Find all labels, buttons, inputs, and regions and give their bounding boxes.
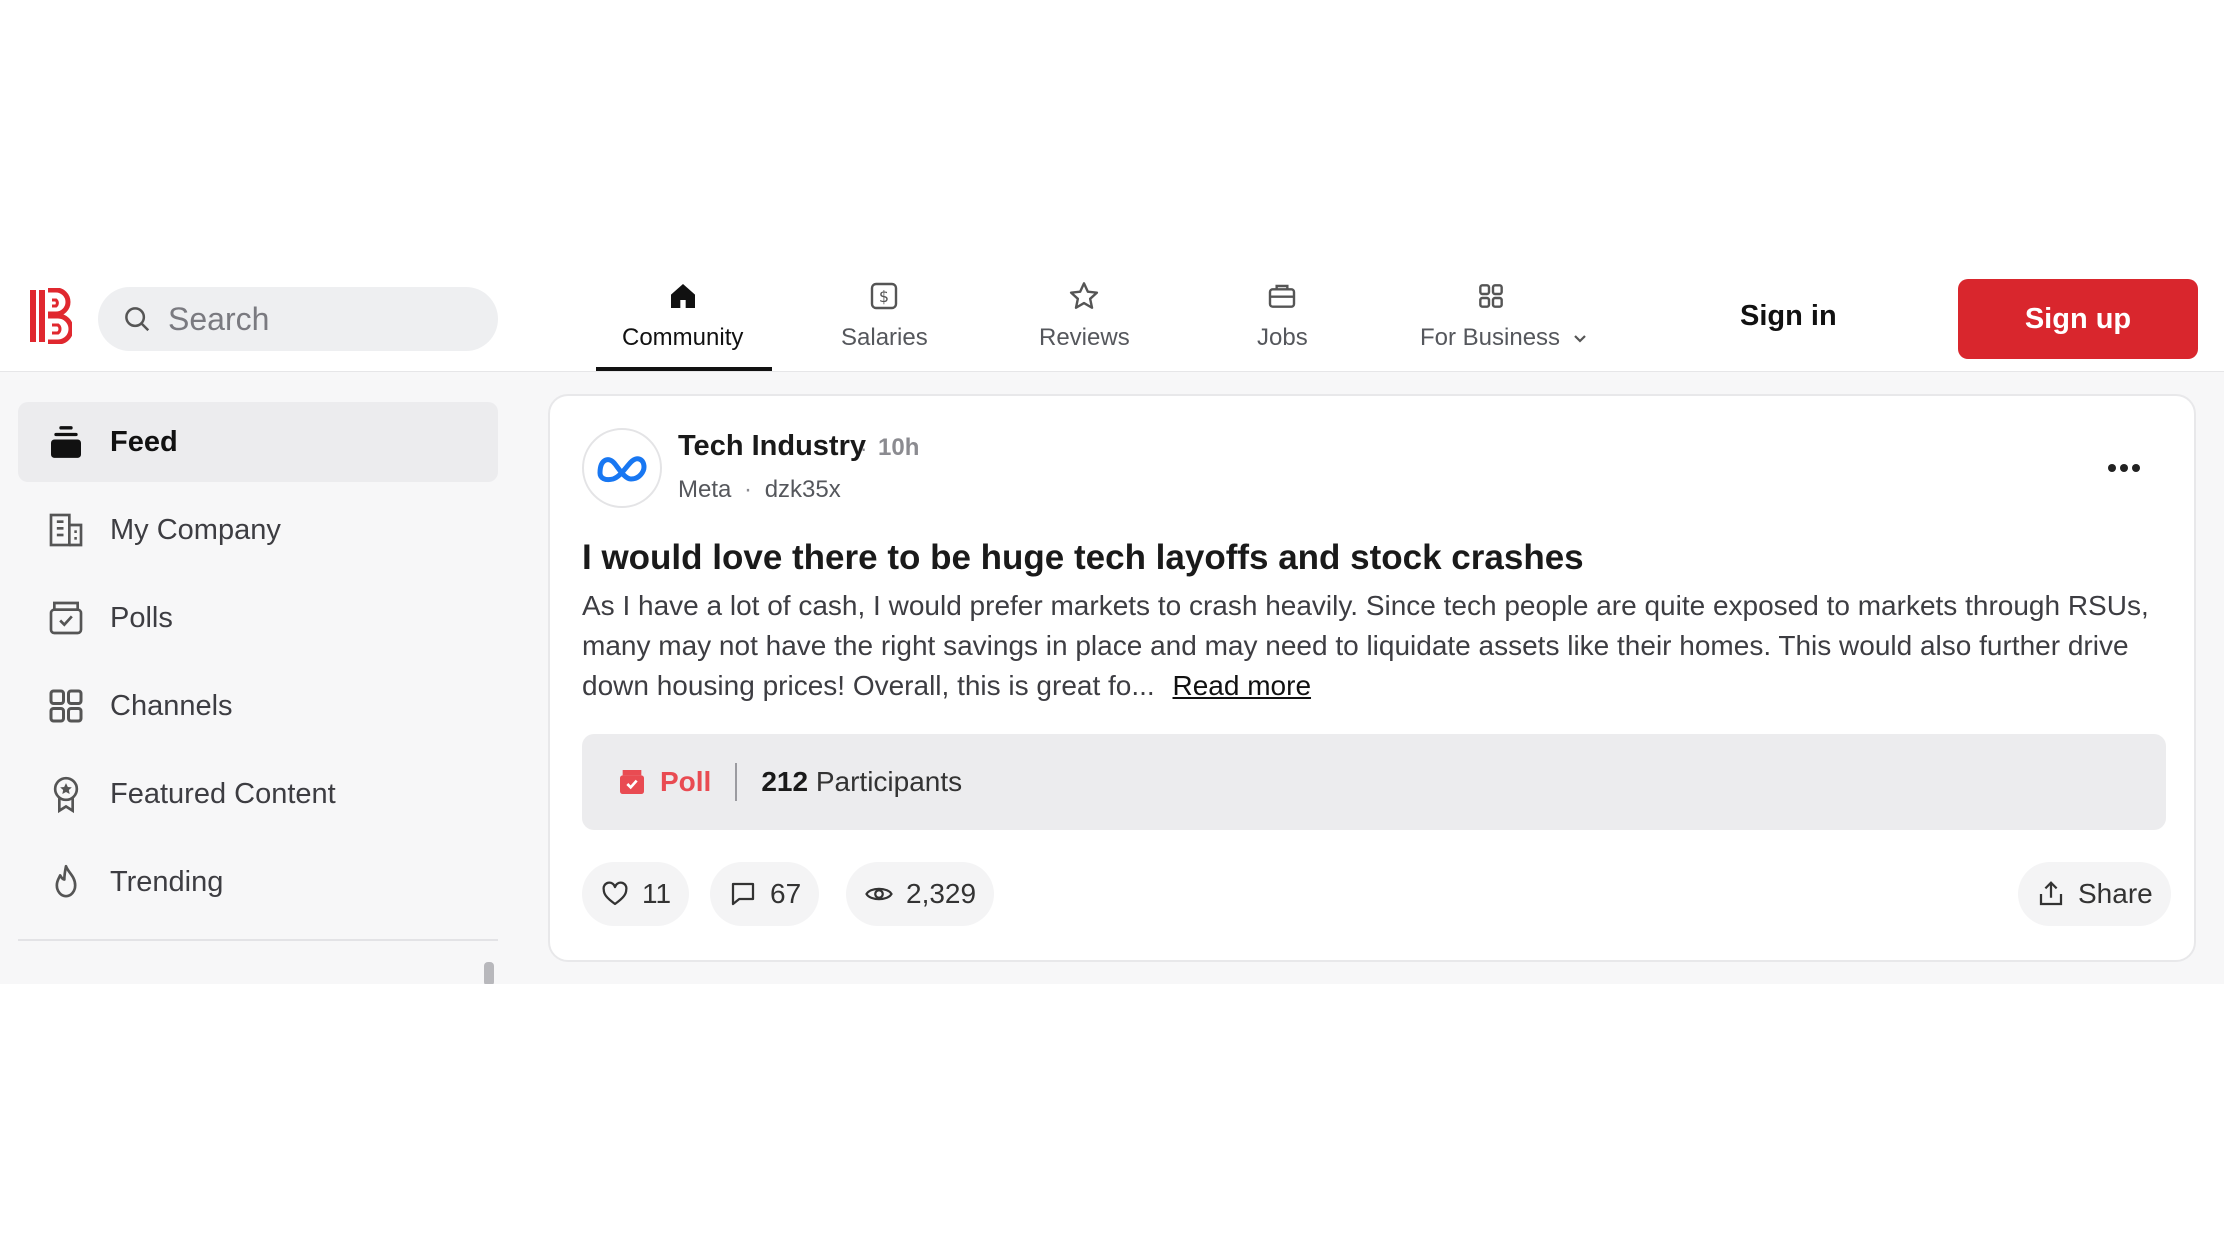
sidebar-item-label: My Company	[110, 513, 281, 546]
grid-icon	[1479, 284, 1503, 308]
star-icon	[1070, 282, 1099, 309]
share-icon	[2039, 881, 2063, 906]
heart-icon	[602, 881, 628, 906]
nav-for-business-label: For Business	[1420, 324, 1561, 351]
sidebar-scrollbar[interactable]	[484, 962, 494, 984]
like-count: 11	[642, 878, 672, 909]
share-button[interactable]: Share	[2018, 862, 2171, 926]
more-options-icon[interactable]	[2106, 462, 2142, 474]
poll-participant-label: Participants	[815, 766, 963, 797]
nav-salaries-label: Salaries	[841, 324, 928, 351]
nav-active-underline	[596, 367, 772, 371]
separator-dot: ·	[744, 476, 753, 503]
sidebar-item-label: Feed	[110, 425, 178, 458]
comment-icon	[731, 882, 755, 906]
sidebar-divider	[18, 939, 498, 941]
sidebar-item-feed[interactable]: Feed	[18, 402, 498, 482]
comment-button[interactable]: 67	[710, 862, 820, 926]
eye-icon	[865, 887, 893, 901]
nav-reviews[interactable]: Reviews	[1039, 280, 1130, 372]
chevron-down-icon	[1574, 335, 1586, 343]
views-indicator: 2,329	[846, 862, 995, 926]
meta-logo-icon	[597, 456, 647, 483]
nav-community[interactable]: Community	[622, 280, 743, 372]
poll-summary[interactable]: Poll 212 Participants	[582, 734, 2166, 830]
sidebar-item-channels[interactable]: Channels	[18, 666, 498, 746]
search-input[interactable]	[168, 300, 468, 338]
read-more-link[interactable]: Read more	[1173, 670, 1312, 701]
author-username: dzk35x	[764, 476, 841, 503]
poll-label: Poll	[660, 766, 712, 797]
sidebar-item-label: Polls	[110, 601, 173, 634]
nav-for-business[interactable]: For Business	[1420, 280, 1592, 372]
company-avatar[interactable]	[582, 428, 662, 508]
share-label: Share	[2078, 878, 2153, 909]
post-body: As I have a lot of cash, I would prefer …	[582, 586, 2172, 706]
search-bar[interactable]	[98, 287, 498, 351]
nav-reviews-label: Reviews	[1039, 324, 1130, 351]
nav-salaries[interactable]: $ Salaries	[841, 280, 928, 372]
left-sidebar: Feed My Company Polls Channels Featured …	[18, 402, 498, 930]
post-title[interactable]: I would love there to be huge tech layof…	[582, 538, 1584, 578]
like-button[interactable]: 11	[582, 862, 690, 926]
channel-name[interactable]: Tech Industry	[678, 430, 866, 463]
author-company[interactable]: Meta	[678, 476, 731, 503]
sidebar-item-trending[interactable]: Trending	[18, 842, 498, 922]
salary-icon: $	[871, 282, 898, 310]
sidebar-item-my-company[interactable]: My Company	[18, 490, 498, 570]
post-card[interactable]: Tech Industry · 10h Meta · dzk35x I woul…	[548, 394, 2196, 962]
search-icon	[125, 307, 150, 332]
sidebar-item-featured-content[interactable]: Featured Content	[18, 754, 498, 834]
separator-dot: ·	[860, 436, 868, 461]
sidebar-item-label: Featured Content	[110, 777, 336, 810]
post-time: 10h	[878, 434, 920, 461]
svg-text:$: $	[879, 287, 889, 306]
sign-in-link[interactable]: Sign in	[1740, 300, 1837, 333]
poll-participant-count: 212	[761, 766, 809, 797]
sidebar-item-label: Channels	[110, 689, 233, 722]
poll-divider	[735, 763, 738, 801]
sidebar-item-polls[interactable]: Polls	[18, 578, 498, 658]
briefcase-icon	[1269, 284, 1296, 308]
post-actions: 11 67 2,329 Share	[582, 862, 2171, 926]
sign-up-button[interactable]: Sign up	[1958, 279, 2198, 359]
nav-jobs[interactable]: Jobs	[1257, 280, 1308, 372]
home-icon	[670, 284, 695, 308]
post-author: Meta · dzk35x	[678, 476, 841, 504]
blind-logo[interactable]	[28, 288, 72, 344]
poll-icon	[620, 770, 644, 794]
top-header: Community $ Salaries Reviews Jobs	[0, 256, 2224, 372]
app-frame: Community $ Salaries Reviews Jobs	[0, 256, 2224, 984]
award-icon	[53, 776, 79, 814]
post-body-text: As I have a lot of cash, I would prefer …	[582, 590, 2149, 701]
feed-icon	[51, 426, 81, 458]
nav-community-label: Community	[622, 324, 744, 351]
poll-participants: 212 Participants	[761, 766, 962, 798]
sidebar-item-label: Trending	[110, 865, 224, 898]
view-count: 2,329	[906, 878, 977, 909]
poll-icon	[49, 601, 83, 635]
flame-icon	[55, 864, 77, 898]
comment-count: 67	[770, 878, 802, 909]
nav-jobs-label: Jobs	[1257, 324, 1308, 351]
channels-icon	[49, 689, 83, 723]
building-icon	[49, 513, 83, 547]
